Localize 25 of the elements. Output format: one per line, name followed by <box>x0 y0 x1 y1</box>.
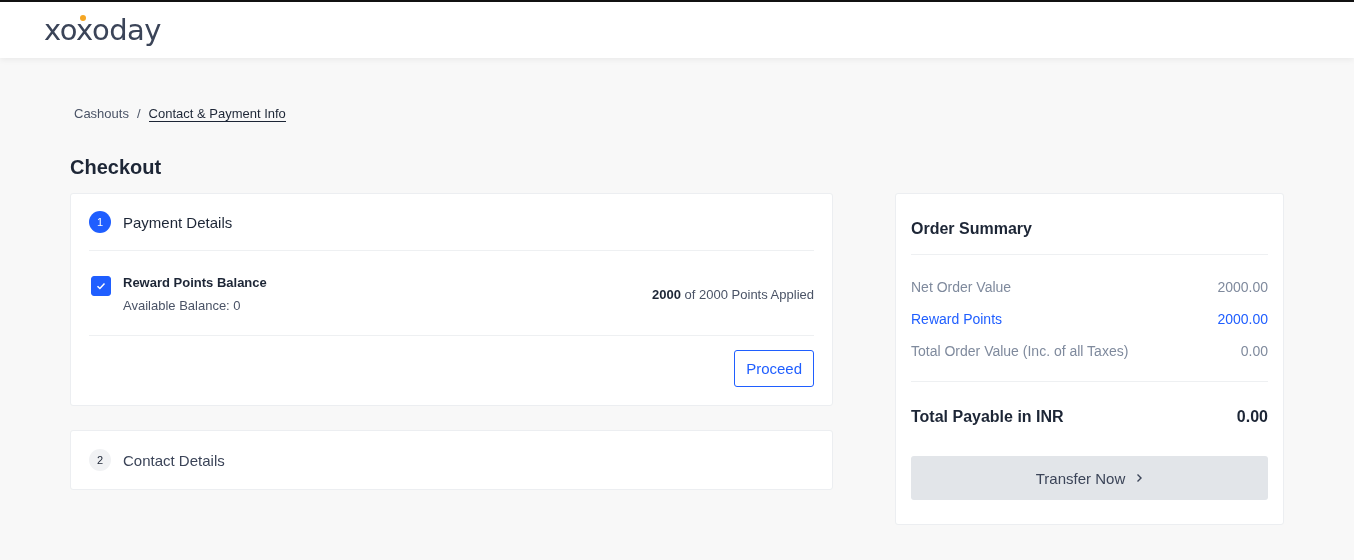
proceed-button[interactable]: Proceed <box>734 350 814 387</box>
points-applied: 2000 of 2000 Points Applied <box>652 287 814 302</box>
step-number: 2 <box>89 449 111 471</box>
summary-label: Total Order Value (Inc. of all Taxes) <box>911 343 1129 359</box>
breadcrumb-link[interactable]: Cashouts <box>74 106 129 122</box>
summary-value: 2000.00 <box>1217 311 1268 327</box>
summary-value: 2000.00 <box>1217 279 1268 295</box>
page-title: Checkout <box>70 156 163 179</box>
summary-label: Net Order Value <box>911 279 1012 295</box>
available-balance: Available Balance: 0 <box>123 298 242 313</box>
chevron-right-icon <box>1135 473 1144 483</box>
check-icon <box>95 280 107 292</box>
breadcrumb-link[interactable]: Contact & Payment Info <box>148 106 286 122</box>
step-number: 1 <box>89 211 111 233</box>
summary-value: 0.00 <box>1240 343 1268 359</box>
step-title[interactable]: Contact Details <box>123 451 225 469</box>
logo[interactable]: xoxoday <box>44 13 161 47</box>
total-value: 0.00 <box>1236 408 1268 426</box>
balance-title: Reward Points Balance <box>123 275 268 290</box>
summary-title: Order Summary <box>911 194 1268 255</box>
summary-label: Reward Points <box>911 311 1003 327</box>
checkbox[interactable] <box>91 276 111 296</box>
breadcrumb-separator: / <box>136 106 141 122</box>
step-title[interactable]: Payment Details <box>123 213 233 231</box>
total-label: Total Payable in INR <box>911 408 1064 426</box>
